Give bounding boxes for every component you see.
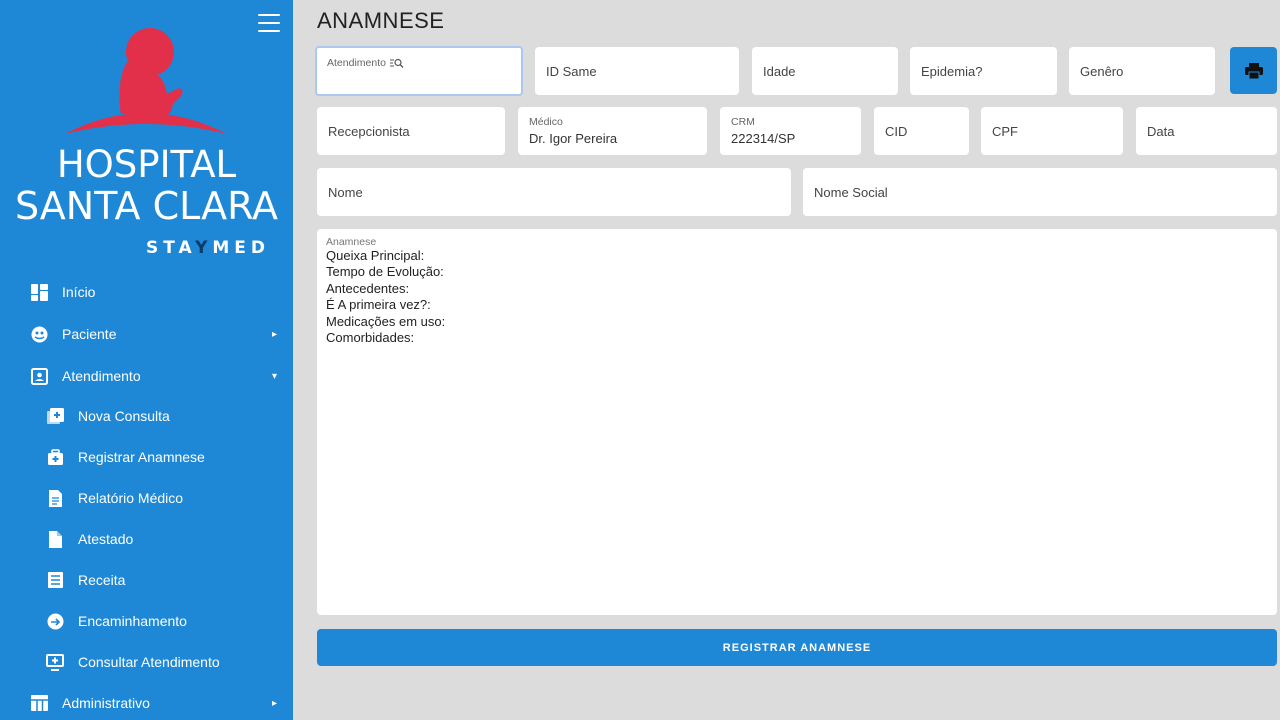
data-placeholder: Data [1147, 123, 1175, 139]
sidebar-item-label: Administrativo [62, 695, 150, 711]
staymed-logo: STAYMED [146, 238, 271, 258]
sidebar-item-label: Início [62, 284, 96, 300]
add-box-icon [46, 407, 64, 425]
patient-icon [30, 325, 48, 343]
anamnese-line: Tempo de Evolução: [326, 264, 444, 280]
medico-label: Médico [529, 116, 563, 128]
sidebar-item-nova-consulta[interactable]: Nova Consulta [0, 396, 293, 436]
table-icon [30, 694, 48, 712]
cpf-placeholder: CPF [992, 123, 1018, 139]
sidebar-item-label: Consultar Atendimento [78, 654, 220, 670]
sidebar-item-consultar-atendimento[interactable]: Consultar Atendimento [0, 642, 293, 682]
sidebar-item-atestado[interactable]: Atestado [0, 519, 293, 559]
brand-line1: HOSPITAL [56, 143, 237, 186]
chevron-right-icon: ▸ [271, 328, 277, 340]
data-field[interactable]: Data [1136, 107, 1277, 155]
nome-placeholder: Nome [328, 184, 363, 200]
sidebar-item-paciente[interactable]: Paciente ▸ [0, 314, 293, 354]
sidebar-item-label: Paciente [62, 326, 117, 342]
sidebar-item-label: Atestado [78, 531, 134, 547]
nome-social-placeholder: Nome Social [814, 184, 888, 200]
recepcionista-placeholder: Recepcionista [328, 123, 410, 139]
registrar-anamnese-button[interactable]: REGISTRAR ANAMNESE [317, 629, 1277, 666]
id-same-placeholder: ID Same [546, 63, 597, 79]
genero-placeholder: Genêro [1080, 63, 1124, 79]
sidebar-item-registrar-anamnese[interactable]: Registrar Anamnese [0, 437, 293, 477]
anamnese-textarea[interactable]: Anamnese Queixa Principal: Tempo de Evol… [317, 229, 1277, 615]
sidebar-item-receita[interactable]: Receita [0, 560, 293, 600]
nome-social-field[interactable]: Nome Social [803, 168, 1277, 216]
sidebar-item-encaminhamento[interactable]: Encaminhamento [0, 601, 293, 641]
idade-field[interactable]: Idade [752, 47, 898, 95]
menu-toggle-icon[interactable] [258, 14, 280, 32]
sidebar-item-label: Relatório Médico [78, 490, 184, 506]
sidebar-item-atendimento[interactable]: Atendimento ▾ [0, 356, 293, 396]
recepcionista-field[interactable]: Recepcionista [317, 107, 505, 155]
epidemia-placeholder: Epidemia? [921, 63, 983, 79]
referral-icon [46, 612, 64, 630]
contact-card-icon [30, 367, 48, 385]
idade-placeholder: Idade [763, 63, 796, 79]
sidebar-item-label: Registrar Anamnese [78, 449, 205, 465]
crm-field[interactable]: CRM 222314/SP [720, 107, 861, 155]
dashboard-icon [30, 283, 48, 301]
epidemia-field[interactable]: Epidemia? [910, 47, 1057, 95]
crm-label: CRM [731, 116, 755, 128]
anamnese-line: Medicações em uso: [326, 313, 446, 329]
sidebar-item-label: Atendimento [62, 368, 141, 384]
page-title: ANAMNESE [317, 8, 445, 33]
anamnese-line: É A primeira vez?: [326, 297, 431, 313]
anamnese-line: Comorbidades: [326, 330, 415, 346]
sidebar-item-label: Receita [78, 572, 126, 588]
cpf-field[interactable]: CPF [981, 107, 1123, 155]
crm-value: 222314/SP [731, 131, 796, 146]
monitor-add-icon [46, 653, 64, 671]
anamnese-content: Queixa Principal: Tempo de Evolução: Ant… [326, 248, 1268, 346]
anamnese-line: Antecedentes: [326, 280, 410, 296]
atendimento-label: Atendimento [327, 57, 386, 69]
hospital-logo-icon [65, 28, 227, 134]
brand-line2: SANTA CLARA [14, 184, 278, 228]
cid-placeholder: CID [885, 123, 908, 139]
chevron-right-icon: ▸ [271, 697, 277, 709]
sidebar-item-relatorio-medico[interactable]: Relatório Médico [0, 478, 293, 518]
document-icon [46, 489, 64, 507]
anamnese-line: Queixa Principal: [326, 248, 425, 263]
sidebar-item-administrativo[interactable]: Administrativo ▸ [0, 683, 293, 720]
medico-field[interactable]: Médico Dr. Igor Pereira [518, 107, 707, 155]
printer-icon [1244, 62, 1263, 79]
medical-bag-icon [46, 448, 64, 466]
chevron-down-icon: ▾ [271, 370, 277, 382]
sidebar-item-label: Nova Consulta [78, 408, 170, 424]
list-icon [46, 571, 64, 589]
atendimento-search-input[interactable]: Atendimento [315, 46, 523, 96]
cid-field[interactable]: CID [874, 107, 969, 155]
id-same-field[interactable]: ID Same [535, 47, 739, 95]
file-icon [46, 530, 64, 548]
anamnese-label: Anamnese [326, 236, 377, 248]
sidebar-item-label: Encaminhamento [78, 613, 187, 629]
sidebar-item-inicio[interactable]: Início [0, 272, 293, 312]
medico-value: Dr. Igor Pereira [529, 131, 618, 146]
nome-field[interactable]: Nome [317, 168, 791, 216]
print-button[interactable] [1230, 47, 1277, 94]
search-list-icon[interactable] [389, 58, 404, 68]
genero-field[interactable]: Genêro [1069, 47, 1215, 95]
sidebar: HOSPITAL SANTA CLARA STAYMED Início Paci… [0, 0, 293, 720]
